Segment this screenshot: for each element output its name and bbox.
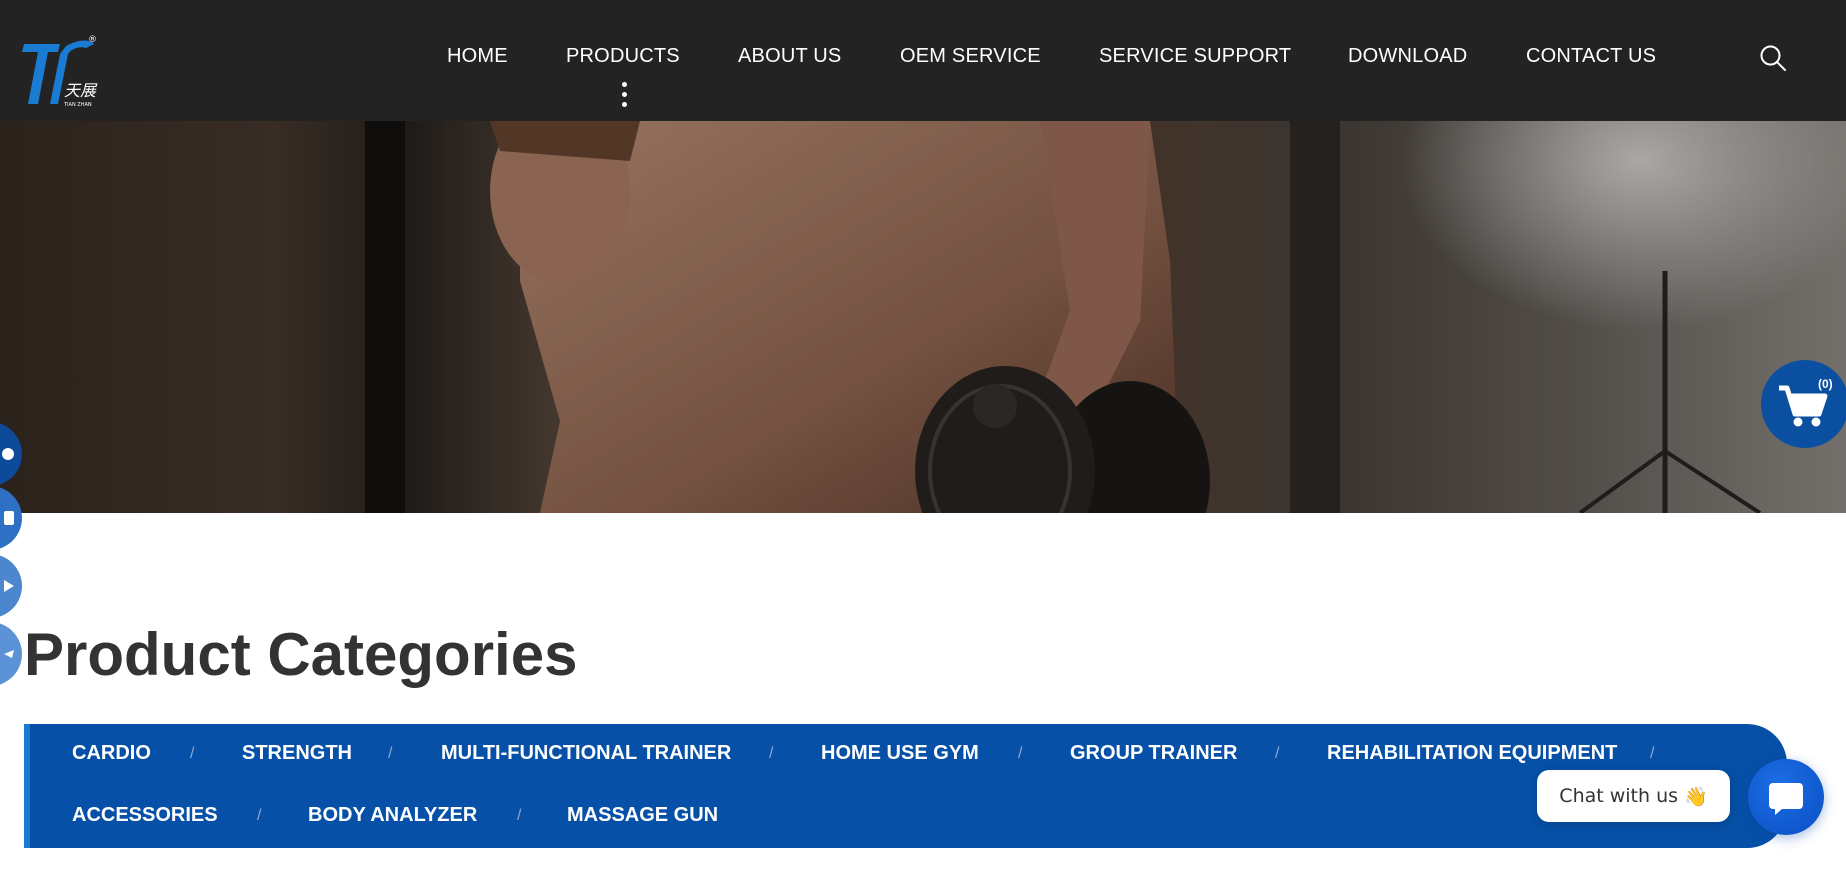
- search-icon: [1760, 45, 1786, 71]
- chat-invite-text: Chat with us: [1559, 785, 1679, 807]
- main-nav: HOME PRODUCTS ABOUT US OEM SERVICE SERVI…: [0, 45, 1846, 75]
- chat-icon: [1769, 783, 1803, 815]
- logo-subtext: TIAN ZHAN: [63, 102, 92, 108]
- category-rehabilitation-equipment[interactable]: REHABILITATION EQUIPMENT: [1327, 742, 1617, 765]
- logo-chinese-text: 天展: [64, 81, 98, 100]
- social-button-2[interactable]: [0, 486, 22, 550]
- social-button-3[interactable]: [0, 554, 22, 618]
- search-button[interactable]: [1758, 43, 1788, 73]
- nav-item-products[interactable]: PRODUCTS: [566, 45, 680, 68]
- category-bar: CARDIO / STRENGTH / MULTI-FUNCTIONAL TRA…: [24, 724, 1787, 848]
- category-accessories[interactable]: ACCESSORIES: [72, 804, 218, 827]
- social-button-4[interactable]: [0, 622, 22, 686]
- wave-emoji-icon: 👋: [1684, 785, 1708, 808]
- nav-item-service-support[interactable]: SERVICE SUPPORT: [1099, 45, 1291, 68]
- nav-item-about-us[interactable]: ABOUT US: [738, 45, 841, 68]
- page-title: Product Categories: [24, 621, 578, 688]
- products-submenu-dots-icon[interactable]: [620, 82, 628, 114]
- hero-overlay: [0, 121, 1846, 513]
- chat-invite-bubble[interactable]: Chat with us 👋: [1537, 770, 1730, 822]
- category-group-trainer[interactable]: GROUP TRAINER: [1070, 742, 1237, 765]
- category-separator: /: [190, 745, 195, 762]
- category-body-analyzer[interactable]: BODY ANALYZER: [308, 804, 477, 827]
- category-separator: /: [517, 807, 522, 824]
- chat-launcher-button[interactable]: [1748, 759, 1824, 835]
- category-separator: /: [1650, 745, 1655, 762]
- hero-banner: [0, 121, 1846, 513]
- social-icon-4: [4, 650, 14, 658]
- nav-item-home[interactable]: HOME: [447, 45, 508, 68]
- category-separator: /: [388, 745, 393, 762]
- cart-count: (0): [1818, 377, 1833, 391]
- category-multi-functional-trainer[interactable]: MULTI-FUNCTIONAL TRAINER: [441, 742, 731, 765]
- nav-item-download[interactable]: DOWNLOAD: [1348, 45, 1467, 68]
- category-separator: /: [1275, 745, 1280, 762]
- category-strength[interactable]: STRENGTH: [242, 742, 352, 765]
- cart-button[interactable]: [1761, 360, 1846, 448]
- nav-item-contact-us[interactable]: CONTACT US: [1526, 45, 1656, 68]
- category-home-use-gym[interactable]: HOME USE GYM: [821, 742, 979, 765]
- social-icon-2: [4, 511, 14, 525]
- category-separator: /: [769, 745, 774, 762]
- category-separator: /: [257, 807, 262, 824]
- registered-mark: ®: [88, 35, 97, 45]
- social-icon-3: [4, 580, 14, 592]
- shopping-cart-icon: [1779, 385, 1828, 427]
- site-header: ® 天展 TIAN ZHAN HOME PRODUCTS ABOUT US OE…: [0, 0, 1846, 121]
- category-separator: /: [1018, 745, 1023, 762]
- social-button-1[interactable]: [0, 422, 22, 486]
- category-cardio[interactable]: CARDIO: [72, 742, 151, 765]
- social-icon-1: [2, 448, 14, 460]
- nav-item-oem-service[interactable]: OEM SERVICE: [900, 45, 1041, 68]
- category-massage-gun[interactable]: MASSAGE GUN: [567, 804, 718, 827]
